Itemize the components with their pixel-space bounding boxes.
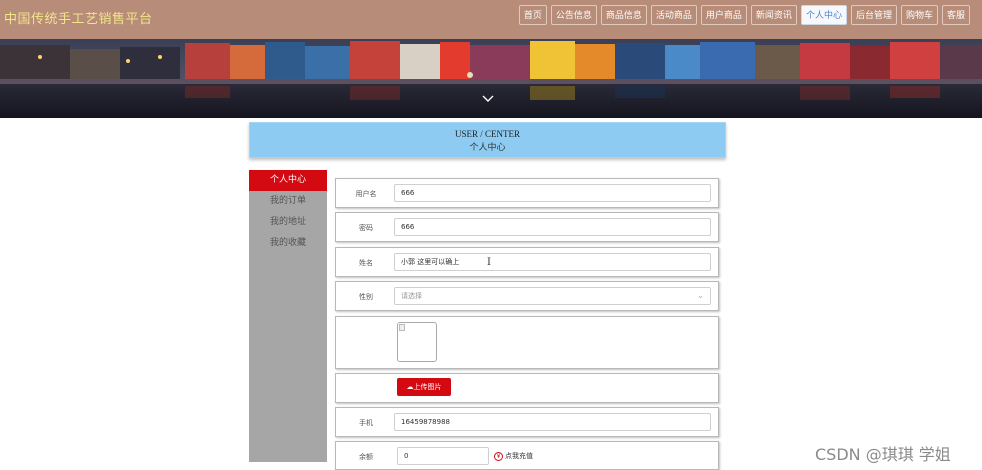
form-row-phone: 手机 16459878988 [335, 407, 719, 437]
nav-products[interactable]: 商品信息 [600, 5, 647, 25]
upload-image-button[interactable]: ☁上传图片 [397, 378, 451, 396]
section-header: USER / CENTER 个人中心 [249, 122, 726, 158]
chevron-down-icon: ⌄ [697, 291, 704, 300]
site-title[interactable]: 中国传统手工艺销售平台 [4, 8, 153, 27]
phone-input[interactable]: 16459878988 [394, 413, 711, 431]
banner-image [0, 39, 982, 118]
cloud-upload-icon: ☁ [406, 383, 414, 391]
nav-customer-service[interactable]: 客服 [941, 5, 970, 25]
balance-label: 余额 [359, 453, 373, 461]
section-title-cn: 个人中心 [469, 143, 506, 153]
user-sidebar: 个人中心 我的订单 我的地址 我的收藏 [249, 170, 327, 462]
nav-promotions[interactable]: 活动商品 [650, 5, 697, 25]
form-row-password: 密码 666 [335, 212, 719, 242]
gender-label: 性别 [359, 293, 373, 301]
text-cursor-icon: I [487, 257, 491, 268]
recharge-icon: ¥ [494, 451, 503, 461]
form-row-gender: 性别 请选择 ⌄ [335, 281, 719, 311]
broken-image-icon [399, 324, 405, 331]
form-row-avatar [335, 316, 719, 369]
section-title-en: USER / CENTER [454, 129, 520, 139]
sidebar-item-my-favorites[interactable]: 我的收藏 [249, 233, 327, 254]
form-row-name: 姓名 小郭 这里可以确上 [335, 247, 719, 277]
password-label: 密码 [359, 224, 373, 232]
nav-announcements[interactable]: 公告信息 [550, 5, 597, 25]
gender-placeholder: 请选择 [401, 292, 422, 300]
nav-news[interactable]: 新闻资讯 [750, 5, 797, 25]
sidebar-item-my-orders[interactable]: 我的订单 [249, 191, 327, 212]
nav-user-center[interactable]: 个人中心 [800, 5, 847, 25]
recharge-label: 点我充值 [505, 452, 533, 460]
password-input[interactable]: 666 [394, 218, 711, 236]
avatar-image-preview[interactable] [397, 322, 437, 362]
main-nav: 首页 公告信息 商品信息 活动商品 用户商品 新闻资讯 个人中心 后台管理 购物… [518, 5, 970, 25]
name-input[interactable]: 小郭 这里可以确上 [394, 253, 711, 271]
balance-input[interactable]: 0 [397, 447, 489, 465]
hero-banner [0, 39, 982, 118]
recharge-link[interactable]: ¥ 点我充值 [494, 451, 533, 461]
form-row-upload: ☁上传图片 [335, 373, 719, 403]
watermark: CSDN @琪琪 学姐 [815, 445, 951, 464]
nav-home[interactable]: 首页 [518, 5, 547, 25]
gender-select[interactable]: 请选择 ⌄ [394, 287, 711, 305]
upload-label: 上传图片 [413, 383, 442, 391]
form-row-balance: 余额 0 ¥ 点我充值 [335, 441, 719, 470]
nav-cart[interactable]: 购物车 [900, 5, 938, 25]
username-input[interactable]: 666 [394, 184, 711, 202]
top-navbar: 中国传统手工艺销售平台 首页 公告信息 商品信息 活动商品 用户商品 新闻资讯 … [0, 0, 982, 39]
nav-admin[interactable]: 后台管理 [850, 5, 897, 25]
name-label: 姓名 [359, 259, 373, 267]
phone-label: 手机 [359, 419, 373, 427]
sidebar-item-my-address[interactable]: 我的地址 [249, 212, 327, 233]
sidebar-item-user-center[interactable]: 个人中心 [249, 170, 327, 191]
profile-form: 用户名 666 密码 666 姓名 小郭 这里可以确上 性别 请选择 ⌄ ☁上传… [332, 170, 725, 470]
nav-user-products[interactable]: 用户商品 [700, 5, 747, 25]
username-label: 用户名 [355, 190, 377, 198]
form-row-username: 用户名 666 [335, 178, 719, 208]
